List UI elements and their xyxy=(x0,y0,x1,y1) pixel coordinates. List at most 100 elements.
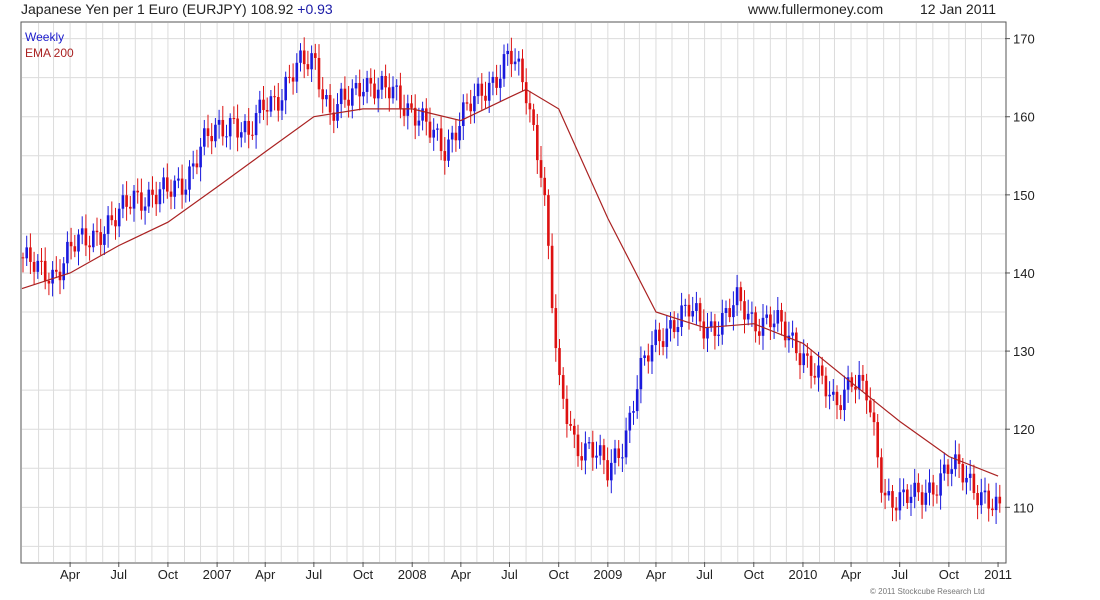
price-bar-body xyxy=(665,328,669,347)
price-bar-body xyxy=(532,109,535,125)
price-bar-body xyxy=(772,323,776,328)
price-bar-body xyxy=(339,88,343,105)
price-bar-body xyxy=(521,58,524,83)
price-bar-body xyxy=(695,303,698,311)
price-bar-body xyxy=(713,321,717,336)
price-bar-body xyxy=(258,99,262,114)
x-tick-label: Jul xyxy=(696,567,713,582)
price-bar-body xyxy=(783,321,787,341)
price-bar-body xyxy=(288,76,291,78)
price-bar-body xyxy=(321,89,324,100)
price-bar-body xyxy=(129,206,132,209)
price-bar-body xyxy=(931,482,935,495)
price-bar-body xyxy=(547,195,550,246)
price-bar-body xyxy=(510,50,513,65)
price-bar-body xyxy=(240,132,243,138)
price-bar-body xyxy=(976,493,979,506)
price-bar-body xyxy=(565,398,569,424)
price-bar-body xyxy=(450,132,454,140)
price-bar-body xyxy=(798,353,802,366)
price-bar-body xyxy=(439,128,443,152)
price-bar-body xyxy=(906,489,909,503)
price-bar-body xyxy=(732,305,735,318)
price-bar-body xyxy=(36,260,40,272)
price-bar-body xyxy=(654,329,657,346)
price-bar-body xyxy=(358,82,361,97)
y-axis-ticks: 110 120 130 140 150 160 170 xyxy=(1005,32,1035,515)
price-bar-body xyxy=(502,54,506,79)
price-bar-body xyxy=(676,327,680,333)
price-bar-body xyxy=(199,146,202,168)
price-bar-body xyxy=(543,177,546,196)
price-bar-body xyxy=(143,206,147,211)
price-bar-body xyxy=(51,269,54,284)
price-bar-body xyxy=(961,463,965,483)
price-bar-body xyxy=(384,75,387,88)
price-bar-body xyxy=(561,375,565,399)
price-bar-body xyxy=(865,380,868,401)
price-bar-body xyxy=(691,310,694,317)
price-bar-body xyxy=(203,128,206,147)
x-tick-label: 2011 xyxy=(984,567,1012,582)
price-bar-body xyxy=(950,469,953,474)
price-bar-body xyxy=(754,312,757,332)
price-bar-body xyxy=(780,310,783,322)
price-bar-body xyxy=(362,91,365,97)
price-bar-body xyxy=(428,121,432,138)
price-bar-body xyxy=(635,389,639,412)
price-bar-body xyxy=(369,78,373,84)
price-bar-body xyxy=(277,97,280,111)
price-bar-body xyxy=(495,76,498,88)
price-bar-body xyxy=(166,177,169,192)
price-bar-body xyxy=(469,103,472,112)
price-bar-body xyxy=(391,86,395,99)
price-bar-body xyxy=(687,304,691,317)
price-bar-body xyxy=(343,88,347,100)
price-bar-body xyxy=(413,107,417,126)
price-bar-body xyxy=(273,96,276,98)
price-bar-body xyxy=(314,53,317,58)
price-bar-body xyxy=(580,456,583,461)
price-bar-body xyxy=(351,88,354,106)
price-bar-body xyxy=(998,496,1002,504)
price-bar-body xyxy=(380,75,384,90)
price-bar-body xyxy=(206,128,210,136)
price-bar-body xyxy=(647,355,650,362)
price-bar-body xyxy=(443,151,447,161)
price-bar-body xyxy=(117,208,121,227)
price-bar-body xyxy=(151,189,154,195)
price-bar-body xyxy=(598,445,602,456)
price-bar-body xyxy=(861,374,865,381)
price-bar-body xyxy=(758,331,761,336)
price-bar-body xyxy=(499,78,502,88)
price-bar-body xyxy=(587,442,591,444)
price-bar-body xyxy=(536,124,539,161)
price-bar-body xyxy=(606,460,609,481)
price-bar-body xyxy=(158,189,162,205)
x-axis-ticks: Apr Jul Oct 2007 Apr Jul Oct 2008 Apr Jul Oct 2009 A… xyxy=(60,562,1012,582)
price-bar-body xyxy=(299,50,302,63)
price-bar-body xyxy=(40,260,43,262)
price-bar-body xyxy=(584,443,587,461)
price-bar-body xyxy=(95,230,99,233)
price-bar-body xyxy=(954,454,957,470)
price-bar-body xyxy=(558,348,561,376)
price-bar-body xyxy=(25,247,28,259)
y-tick-label: 150 xyxy=(1013,188,1035,203)
price-bar-body xyxy=(643,355,646,358)
x-tick-label: 2007 xyxy=(203,567,232,582)
price-bar-body xyxy=(539,160,543,178)
price-bar-body xyxy=(376,89,380,99)
price-bar-body xyxy=(62,263,65,281)
price-bar-body xyxy=(728,308,731,318)
price-bar-body xyxy=(114,220,117,227)
x-tick-label: Apr xyxy=(841,567,862,582)
price-bar-body xyxy=(621,457,624,459)
price-bar-body xyxy=(669,320,672,329)
price-bar-body xyxy=(306,64,310,70)
price-bar-body xyxy=(624,430,628,458)
price-bar-body xyxy=(721,312,724,335)
price-bar-body xyxy=(180,178,184,195)
price-bar-body xyxy=(820,365,824,376)
price-bar-body xyxy=(613,448,617,463)
